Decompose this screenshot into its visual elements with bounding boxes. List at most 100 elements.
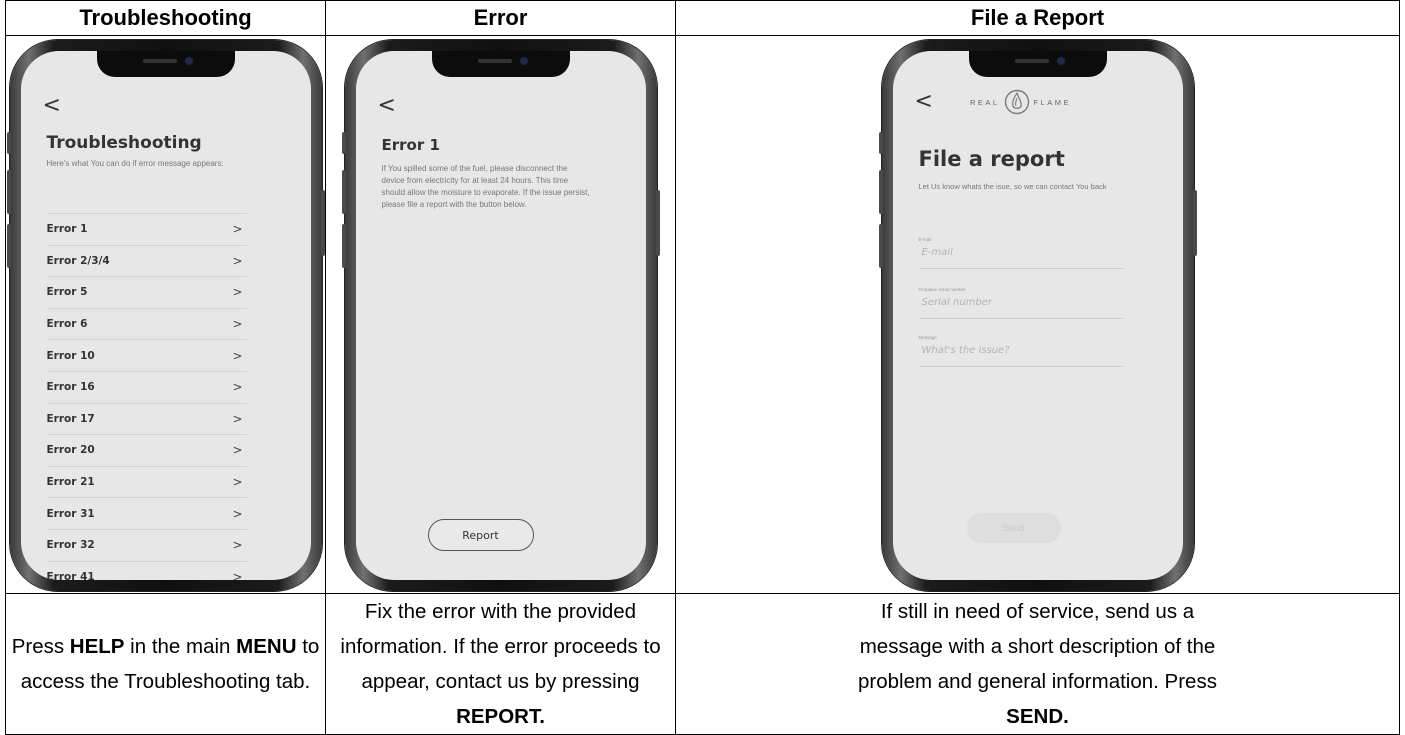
flame-icon [1004,89,1029,115]
chevron-right-icon: > [232,380,243,395]
caption-text: Press [11,635,70,658]
chevron-right-icon: > [232,569,243,580]
volume-down-button [878,224,883,268]
phone-cell-file-report: < REAL FLAME File a report Let Us know w… [675,35,1400,594]
caption-bold: SEND. [1006,705,1069,728]
back-arrow-icon[interactable]: < [43,95,61,117]
phone-frame: < REAL FLAME File a report Let Us know w… [878,40,1197,591]
serial-number-field[interactable]: Fireplace serial number Serial number [918,287,1123,319]
email-field[interactable]: E-mail E-mail [918,237,1123,269]
chevron-right-icon: > [232,317,243,332]
caption-text: If still in need of service, send us a m… [858,600,1217,693]
chevron-right-icon: > [232,285,243,300]
header-error: Error [325,0,676,36]
phone-frame: < Error 1 If You spilled some of the fue… [341,40,660,591]
chevron-right-icon: > [232,475,243,490]
captions-row: Press HELP in the main MENU to access th… [5,593,1400,735]
phone-cell-troubleshooting: < Troubleshooting Here's what You can do… [5,35,326,594]
power-button [655,190,660,256]
error-list-item[interactable]: Error 31 > [46,498,247,530]
logo-word-right: FLAME [1033,97,1072,107]
error-list-item-label: Error 20 [46,444,95,457]
power-button [1192,190,1197,256]
silent-switch [878,132,883,154]
caption-bold: HELP [69,635,125,658]
caption-text: Fix the error with the provided informat… [340,600,661,693]
caption-file-report: If still in need of service, send us a m… [675,593,1400,735]
email-label: E-mail [918,237,932,242]
error-list-item[interactable]: Error 21 > [46,467,247,499]
caption-text: in the main [124,635,237,658]
error-list-item[interactable]: Error 17 > [46,404,247,436]
error-list-item-label: Error 41 [46,570,95,580]
back-arrow-icon[interactable]: < [378,95,396,117]
error-list-item[interactable]: Error 16 > [46,372,247,404]
chevron-right-icon: > [232,538,243,553]
header-row: Troubleshooting Error File a Report [5,0,1400,36]
phone-frame: < Troubleshooting Here's what You can do… [6,40,325,591]
back-arrow-icon[interactable]: < [915,91,933,113]
error-list-item[interactable]: Error 1 > [46,214,247,246]
phone-screen: < REAL FLAME File a report Let Us know w… [892,51,1183,580]
report-button[interactable]: Report [427,519,534,551]
send-button[interactable]: Send [966,513,1061,543]
phone-cell-error: < Error 1 If You spilled some of the fue… [325,35,676,594]
error-list-item-label: Error 21 [46,476,95,489]
email-placeholder: E-mail [921,247,953,258]
chevron-right-icon: > [232,348,243,363]
caption-bold: REPORT. [456,705,545,728]
serial-number-placeholder: Serial number [921,297,993,308]
error-list-item[interactable]: Error 10 > [46,340,247,372]
help-guide-table: Troubleshooting Error File a Report < Tr… [5,0,1400,735]
screen-title: Troubleshooting [46,133,202,153]
chevron-right-icon: > [232,411,243,426]
notch [968,51,1107,77]
error-list-item-label: Error 16 [46,381,95,394]
caption-bold: MENU [236,635,297,658]
caption-troubleshooting: Press HELP in the main MENU to access th… [5,593,326,735]
error-list-item[interactable]: Error 41 > [47,562,247,580]
error-list-item[interactable]: Error 6 > [46,309,247,341]
caption-error: Fix the error with the provided informat… [325,593,676,735]
error-list-item-label: Error 1 [46,223,88,236]
error-list-item[interactable]: Error 2/3/4 > [46,246,247,278]
logo-word-left: REAL [969,97,1000,107]
volume-up-button [341,170,346,214]
screen-title: Error 1 [381,136,440,154]
notch [431,51,570,77]
phone-screen: < Troubleshooting Here's what You can do… [20,51,311,580]
message-label: Message [918,335,937,340]
volume-up-button [6,170,11,214]
silent-switch [341,132,346,154]
phones-row: < Troubleshooting Here's what You can do… [5,35,1400,594]
header-troubleshooting: Troubleshooting [5,0,326,36]
message-field[interactable]: Message What's the issue? [918,335,1123,367]
chevron-right-icon: > [232,443,243,458]
notch [96,51,235,77]
volume-down-button [6,224,11,268]
error-list-item[interactable]: Error 20 > [46,435,247,467]
error-description: If You spilled some of the fuel, please … [381,164,590,209]
error-list-item[interactable]: Error 5 > [46,277,247,309]
screen-title: File a report [918,147,1065,171]
error-list-item[interactable]: Error 32 > [46,530,247,562]
message-placeholder: What's the issue? [921,345,1010,356]
header-file-report: File a Report [675,0,1400,36]
error-list-item-label: Error 10 [46,349,95,362]
error-list: Error 1 > Error 2/3/4 > Error 5 > Error 6 > Erro… [46,213,247,580]
screen-subtitle: Let Us know whats the isue, so we can co… [918,182,1107,191]
volume-up-button [878,170,883,214]
chevron-right-icon: > [232,222,243,237]
error-list-item-label: Error 5 [46,286,88,299]
error-list-item-label: Error 31 [46,507,95,520]
power-button [320,190,325,256]
serial-number-label: Fireplace serial number [918,287,966,292]
silent-switch [6,132,11,154]
error-list-item-label: Error 17 [46,412,95,425]
phone-screen: < Error 1 If You spilled some of the fue… [355,51,646,580]
volume-down-button [341,224,346,268]
screen-subtitle: Here's what You can do if error message … [46,159,224,168]
error-list-item-label: Error 2/3/4 [46,254,110,267]
error-list-item-label: Error 32 [46,539,95,552]
chevron-right-icon: > [232,253,243,268]
